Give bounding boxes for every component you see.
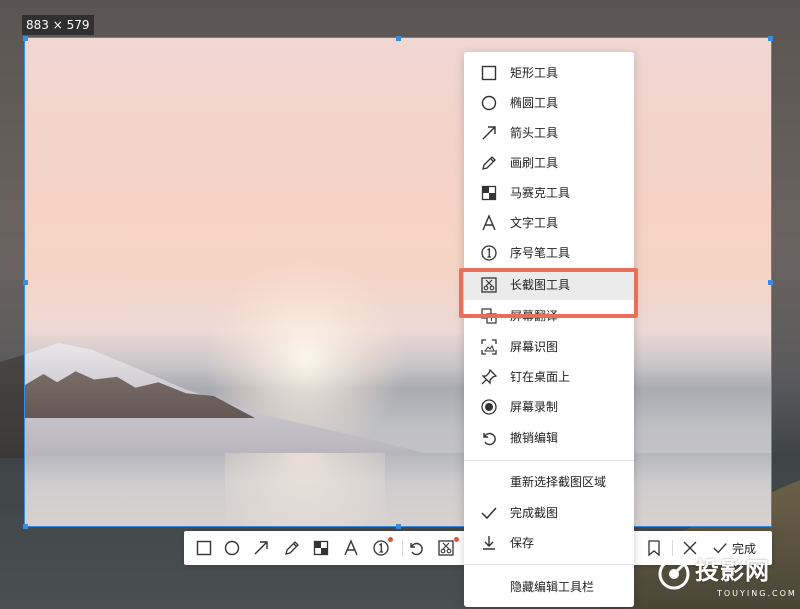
record-icon (480, 398, 498, 416)
arrow-icon (480, 124, 498, 142)
toolbar-rectangle-icon[interactable] (194, 538, 214, 558)
menu-separator (464, 460, 634, 461)
menu-item-label: 矩形工具 (510, 66, 559, 80)
menu-item-label: 序号笔工具 (510, 246, 571, 260)
resize-handle-right[interactable] (768, 280, 773, 285)
watermark-logo-icon (658, 558, 690, 590)
wallpaper-water (25, 453, 771, 526)
watermark-text: 投影网 (695, 557, 770, 585)
toolbar-mosaic-icon[interactable] (311, 538, 331, 558)
capture-selection-area[interactable] (24, 37, 772, 527)
rectangle-icon (480, 64, 498, 82)
menu-item-label: 屏幕识图 (510, 340, 559, 354)
long-screenshot-badge-dot (454, 537, 459, 542)
menu-item-pen[interactable]: 画刷工具 (464, 148, 634, 178)
menu-item-undo[interactable]: 撤销编辑 (464, 423, 634, 453)
toolbar-pen-icon[interactable] (282, 538, 302, 558)
translate-icon (480, 307, 498, 325)
menu-item-label: 撤销编辑 (510, 431, 559, 445)
toolbar-ellipse-icon[interactable] (222, 538, 242, 558)
menu-item-label: 重新选择截图区域 (510, 475, 607, 489)
menu-item-finish[interactable]: 完成截图 (464, 498, 634, 528)
context-menu: 矩形工具 椭圆工具 箭头工具 画刷工具 马赛克工具 文字工具 序号笔工具 长截图… (464, 52, 634, 607)
menu-item-label: 箭头工具 (510, 126, 559, 140)
menu-item-mosaic[interactable]: 马赛克工具 (464, 178, 634, 208)
menu-item-hide-toolbar[interactable]: 隐藏编辑工具栏 (464, 572, 634, 602)
menu-item-ellipse[interactable]: 椭圆工具 (464, 88, 634, 118)
menu-item-label: 马赛克工具 (510, 186, 571, 200)
menu-item-label: 文字工具 (510, 216, 559, 230)
menu-item-pin[interactable]: 钉在桌面上 (464, 362, 634, 392)
menu-item-translate[interactable]: 屏幕翻译 (464, 301, 634, 331)
menu-item-label: 椭圆工具 (510, 96, 559, 110)
pen-icon (480, 154, 498, 172)
number-tool-badge-dot (388, 537, 393, 542)
mosaic-icon (480, 184, 498, 202)
menu-item-long-screenshot[interactable]: 长截图工具 (464, 270, 634, 300)
menu-item-save[interactable]: 保存 (464, 528, 634, 558)
toolbar-text-icon[interactable] (341, 538, 361, 558)
menu-item-label: 钉在桌面上 (510, 370, 571, 384)
undo-icon (480, 429, 498, 447)
toolbar-undo-icon[interactable] (406, 538, 426, 558)
menu-item-label: 屏幕录制 (510, 400, 559, 414)
text-icon (480, 214, 498, 232)
resize-handle-bottom[interactable] (396, 524, 401, 529)
ellipse-icon (480, 94, 498, 112)
selection-size-label: 883 × 579 (22, 15, 94, 35)
toolbar-divider (402, 540, 403, 556)
resize-handle-bottom-left[interactable] (23, 524, 28, 529)
menu-item-label: 长截图工具 (510, 278, 571, 292)
number-icon (480, 244, 498, 262)
toolbar-long-screenshot-icon[interactable] (436, 538, 456, 558)
resize-handle-top[interactable] (396, 36, 401, 41)
menu-item-arrow[interactable]: 箭头工具 (464, 118, 634, 148)
menu-item-rectangle[interactable]: 矩形工具 (464, 58, 634, 88)
menu-item-label: 保存 (510, 536, 535, 550)
menu-item-text[interactable]: 文字工具 (464, 208, 634, 238)
menu-separator (464, 564, 634, 565)
watermark-subtext: TOUYING.COM (717, 589, 797, 598)
pin-icon (480, 368, 498, 386)
resize-handle-left[interactable] (23, 280, 28, 285)
menu-item-label: 隐藏编辑工具栏 (510, 580, 595, 594)
download-icon (480, 534, 498, 552)
check-icon (480, 504, 498, 522)
menu-item-label: 屏幕翻译 (510, 309, 559, 323)
watermark: 投影网 TOUYING.COM (655, 553, 795, 603)
menu-item-number[interactable]: 序号笔工具 (464, 238, 634, 268)
wallpaper-sun-reflection (225, 453, 385, 526)
scan-image-icon (480, 338, 498, 356)
menu-item-label: 画刷工具 (510, 156, 559, 170)
resize-handle-top-left[interactable] (23, 36, 28, 41)
menu-item-label: 完成截图 (510, 506, 559, 520)
menu-item-scan-image[interactable]: 屏幕识图 (464, 332, 634, 362)
long-screenshot-icon (480, 276, 498, 294)
resize-handle-top-right[interactable] (768, 36, 773, 41)
toolbar-arrow-icon[interactable] (251, 538, 271, 558)
menu-item-reselect[interactable]: 重新选择截图区域 (464, 467, 634, 497)
menu-item-record[interactable]: 屏幕录制 (464, 392, 634, 422)
